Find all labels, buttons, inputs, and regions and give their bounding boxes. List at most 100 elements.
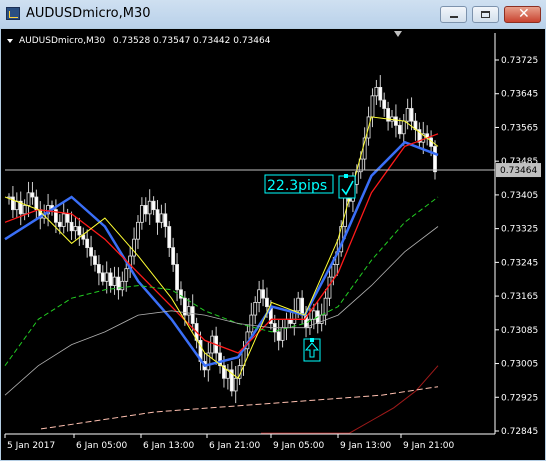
ma-line-pink xyxy=(40,386,439,430)
maximize-button[interactable] xyxy=(472,6,499,23)
candle-body xyxy=(139,205,144,223)
candles xyxy=(7,75,437,404)
x-tick-label: 5 Jan 2017 xyxy=(7,441,55,451)
ma-line-darkred xyxy=(261,365,439,434)
candle-body xyxy=(257,289,262,303)
bid-price-label: 0.73464 xyxy=(500,166,537,176)
y-tick-label: 0.73085 xyxy=(501,326,538,336)
y-tick-label: 0.73405 xyxy=(501,191,538,201)
candle-body xyxy=(136,221,140,240)
candle-body xyxy=(108,272,113,286)
maximize-icon xyxy=(481,11,490,18)
minimize-button[interactable] xyxy=(440,6,467,23)
candle-body xyxy=(69,221,74,232)
candle-body xyxy=(210,335,215,354)
candle-body xyxy=(276,331,281,341)
axes: 0.737250.736450.735650.734850.734050.733… xyxy=(4,33,538,451)
window-title: AUDUSDmicro,M30 xyxy=(26,6,151,21)
title-bar[interactable]: AUDUSDmicro,M30 ✕ xyxy=(0,0,546,28)
candle-body xyxy=(100,272,105,282)
candle-body xyxy=(93,255,97,265)
ma-line-yellow xyxy=(4,116,439,380)
candle-body xyxy=(11,196,15,211)
ma-line-gray xyxy=(4,226,439,396)
candle-body xyxy=(327,276,332,299)
y-tick-label: 0.73245 xyxy=(501,258,538,268)
candle-body xyxy=(405,108,410,122)
ohlc-values: 0.73528 0.73547 0.73442 0.73464 xyxy=(113,36,271,46)
candle-body xyxy=(22,205,27,215)
candle-body xyxy=(374,87,379,97)
x-tick-label: 9 Jan 05:00 xyxy=(273,441,325,451)
candle-body xyxy=(163,213,168,227)
candle-body xyxy=(249,314,254,333)
candle-body xyxy=(284,318,289,329)
y-tick-label: 0.73565 xyxy=(501,123,538,133)
candle-body xyxy=(26,192,31,206)
candle-body xyxy=(370,95,375,118)
candle-body xyxy=(378,87,383,101)
candle-body xyxy=(96,264,101,274)
candle-body xyxy=(112,276,117,286)
x-tick-label: 6 Jan 13:00 xyxy=(143,441,195,451)
pips-text: 22.3pips xyxy=(267,178,327,194)
candle-body xyxy=(34,196,39,211)
candle-body xyxy=(104,272,109,282)
close-icon: ✕ xyxy=(518,6,530,22)
y-tick-label: 0.73725 xyxy=(501,56,538,66)
candle-body xyxy=(171,247,176,265)
candle-body xyxy=(190,306,195,324)
candle-body xyxy=(89,247,93,257)
close-button[interactable]: ✕ xyxy=(504,6,541,23)
minimize-icon xyxy=(450,16,458,18)
candle-body xyxy=(331,264,336,278)
candle-body xyxy=(30,192,35,198)
candle-body xyxy=(120,280,125,291)
candle-body xyxy=(73,226,78,232)
candle-body xyxy=(143,205,148,215)
candle-body xyxy=(85,238,90,249)
candle-body xyxy=(261,289,265,299)
candle-body xyxy=(175,264,179,291)
candle-body xyxy=(147,200,152,215)
ma-line-red xyxy=(4,133,439,354)
y-tick-label: 0.72845 xyxy=(501,427,538,437)
candle-body xyxy=(233,377,238,392)
y-tick-label: 0.72925 xyxy=(501,393,538,403)
candle-body xyxy=(57,221,62,227)
x-tick-label: 6 Jan 05:00 xyxy=(76,441,128,451)
candle-body xyxy=(296,297,301,312)
candle-body xyxy=(319,314,324,324)
candle-body xyxy=(151,200,156,211)
chart-shift-marker-icon xyxy=(394,31,402,37)
candle-body xyxy=(186,306,191,316)
moving-averages xyxy=(4,116,439,434)
metatrader-chart-icon xyxy=(6,7,20,20)
candle-body xyxy=(61,213,66,227)
candle-body xyxy=(265,297,269,308)
candle-body xyxy=(280,327,285,341)
candle-body xyxy=(14,200,19,211)
x-tick-label: 6 Jan 21:00 xyxy=(209,441,261,451)
candle-body xyxy=(77,226,82,236)
price-chart[interactable]: 0.73725 0.73645 0.73565 0.73485 0.73405 0.733… xyxy=(1,29,545,460)
ma-line-blue xyxy=(4,140,439,368)
y-tick-label: 0.73165 xyxy=(501,292,538,302)
candle-body xyxy=(132,238,136,257)
y-tick-label: 0.73325 xyxy=(501,225,538,235)
candle-body xyxy=(397,124,402,135)
candle-body xyxy=(401,120,406,135)
chart-canvas[interactable]: 0.737250.736450.735650.734850.734050.733… xyxy=(1,29,545,460)
chart-dropdown-icon[interactable] xyxy=(7,39,13,43)
y-tick-label: 0.73005 xyxy=(501,360,538,370)
x-tick-label: 9 Jan 13:00 xyxy=(340,441,392,451)
candle-body xyxy=(323,297,328,316)
candle-body xyxy=(409,108,414,122)
candle-body xyxy=(253,302,258,316)
candle-body xyxy=(65,213,70,223)
candle-body xyxy=(382,99,387,109)
candle-body xyxy=(159,213,164,223)
candle-body xyxy=(433,146,437,173)
check-mark-icon xyxy=(338,175,356,199)
x-tick-label: 9 Jan 21:00 xyxy=(403,441,455,451)
